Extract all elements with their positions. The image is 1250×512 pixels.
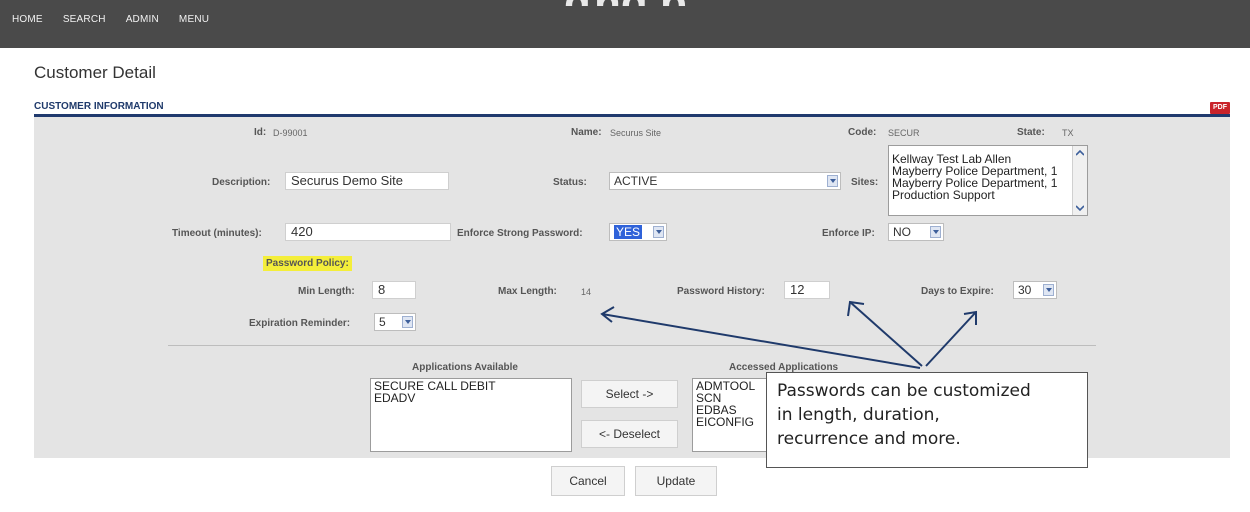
callout-line: Passwords can be customized [777,381,1031,401]
annotation-callout: Passwords can be customized in length, d… [766,372,1088,468]
arrowhead-icon [847,300,865,317]
callout-line: recurrence and more. [777,429,961,449]
callout-line: in length, duration, [777,405,940,425]
arrow-to-days-expire [925,311,977,367]
arrow-to-history [849,301,923,367]
